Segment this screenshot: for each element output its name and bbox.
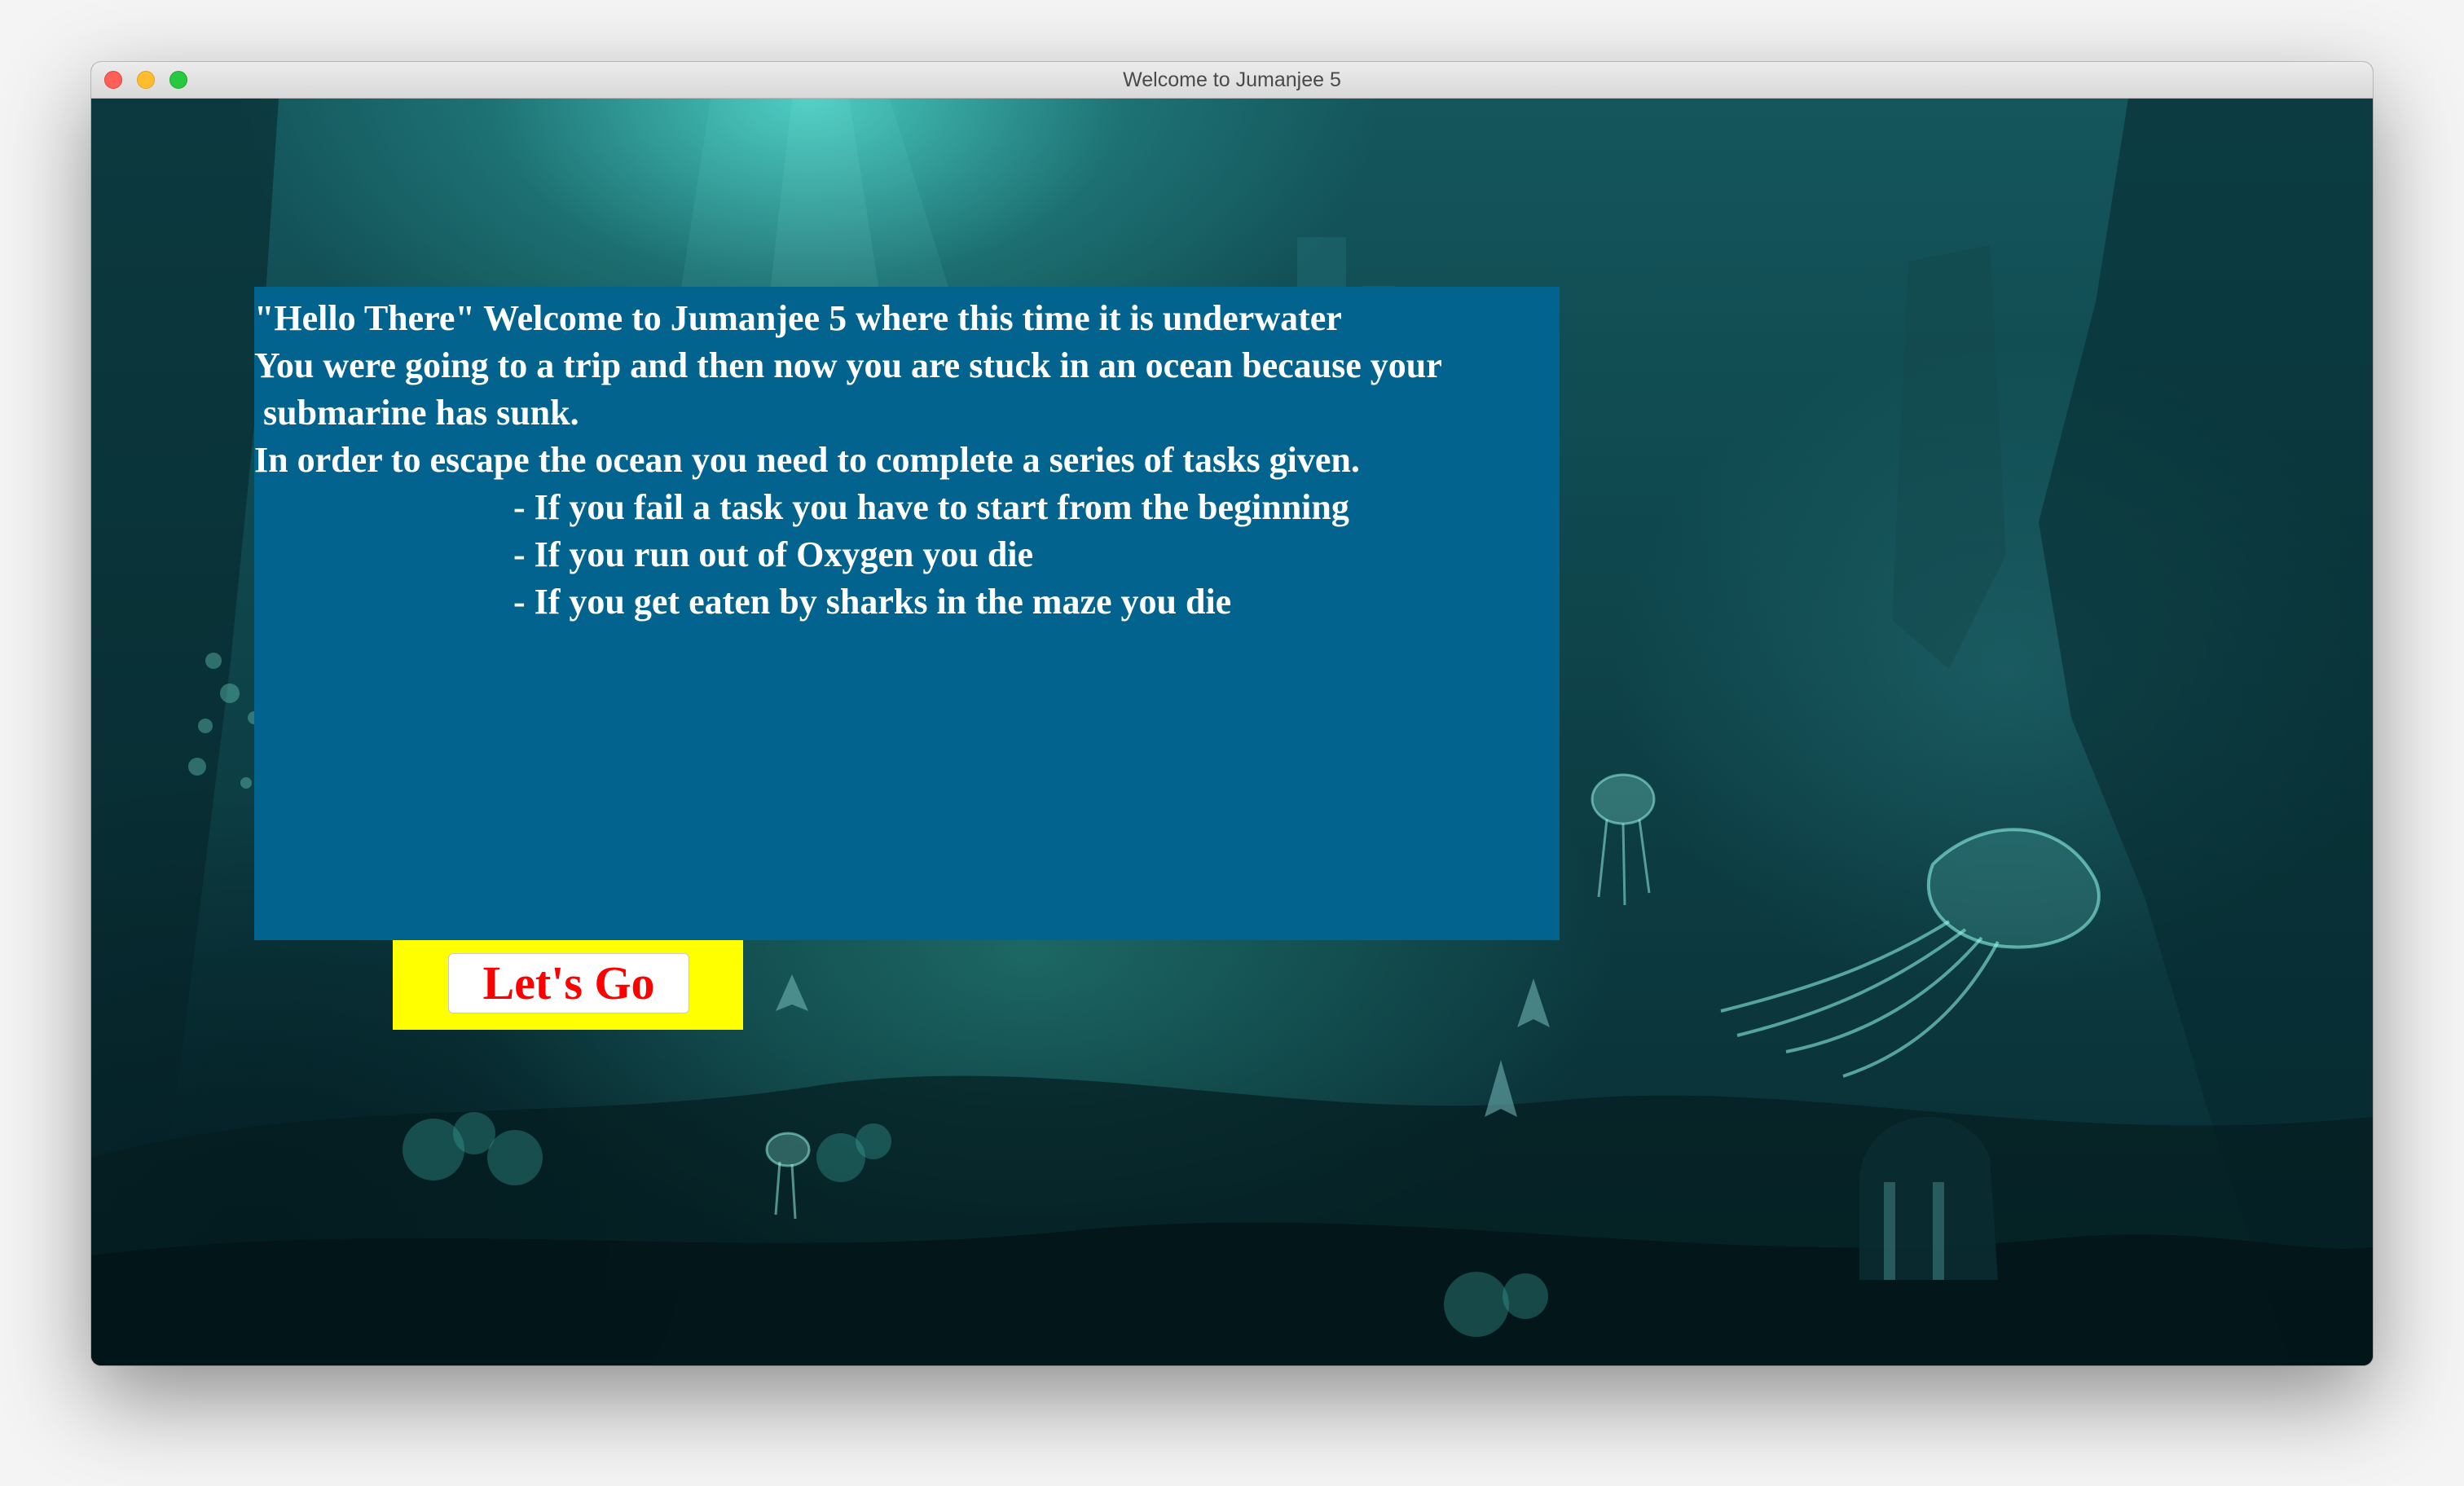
intro-line-objective: In order to escape the ocean you need to… [254, 440, 1360, 480]
rule-oxygen: - If you run out of Oxygen you die [513, 534, 1034, 574]
intro-line-story-cont: submarine has sunk. [254, 393, 579, 433]
desktop: Welcome to Jumanjee 5 "Hello There" Welc… [0, 0, 2464, 1486]
rule-sharks: - If you get eaten by sharks in the maze… [513, 582, 1232, 622]
rule-fail-task: - If you fail a task you have to start f… [513, 487, 1349, 527]
intro-text-panel: "Hello There" Welcome to Jumanjee 5 wher… [254, 287, 1560, 940]
lets-go-button[interactable]: Let's Go [448, 953, 689, 1013]
intro-line-greeting: "Hello There" Welcome to Jumanjee 5 wher… [254, 298, 1342, 338]
window-titlebar[interactable]: Welcome to Jumanjee 5 [91, 62, 2373, 99]
intro-line-story: You were going to a trip and then now yo… [254, 345, 1442, 385]
window-title: Welcome to Jumanjee 5 [1123, 68, 1341, 91]
start-button-backdrop: Let's Go [393, 940, 743, 1030]
app-window: Welcome to Jumanjee 5 "Hello There" Welc… [91, 62, 2373, 1365]
